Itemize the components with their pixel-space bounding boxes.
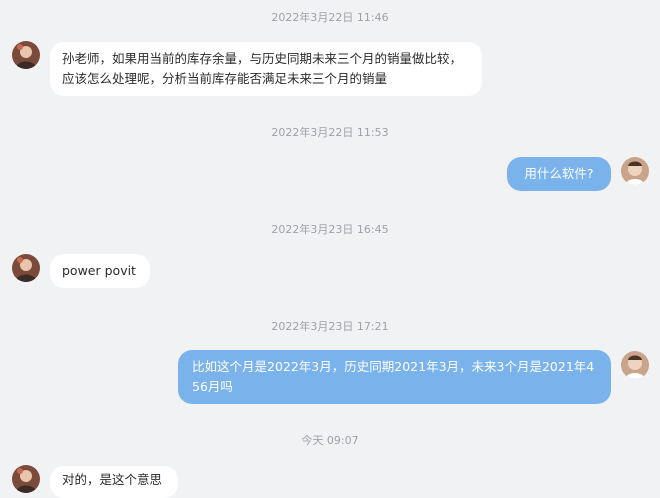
- message-timestamp: 2022年3月23日 16:45: [271, 223, 389, 236]
- contact-avatar[interactable]: [12, 465, 40, 493]
- message-timestamp: 2022年3月22日 11:46: [271, 11, 389, 24]
- user-avatar-icon: [12, 465, 40, 493]
- user-avatar-icon: [12, 41, 40, 69]
- contact-avatar[interactable]: [12, 41, 40, 69]
- message-timestamp: 今天 09:07: [301, 434, 359, 447]
- message-bubble-outgoing[interactable]: 比如这个月是2022年3月，历史同期2021年3月，未来3个月是2021年456…: [178, 350, 611, 404]
- self-avatar[interactable]: [621, 157, 649, 185]
- message-timestamp: 2022年3月23日 17:21: [271, 320, 389, 333]
- message-bubble-incoming[interactable]: 对的，是这个意思: [50, 466, 178, 498]
- user-avatar-icon: [621, 157, 649, 185]
- contact-avatar[interactable]: [12, 254, 40, 282]
- message-bubble-incoming[interactable]: power povit: [50, 254, 150, 288]
- message-timestamp: 2022年3月22日 11:53: [271, 126, 389, 139]
- message-bubble-incoming[interactable]: 孙老师，如果用当前的库存余量，与历史同期未来三个月的销量做比较，应该怎么处理呢，…: [50, 42, 482, 96]
- chat-conversation: 2022年3月22日 11:46 孙老师，如果用当前的库存余量，与历史同期未来三…: [0, 0, 660, 498]
- message-bubble-outgoing[interactable]: 用什么软件?: [507, 157, 611, 191]
- user-avatar-icon: [621, 351, 649, 379]
- user-avatar-icon: [12, 254, 40, 282]
- self-avatar[interactable]: [621, 351, 649, 379]
